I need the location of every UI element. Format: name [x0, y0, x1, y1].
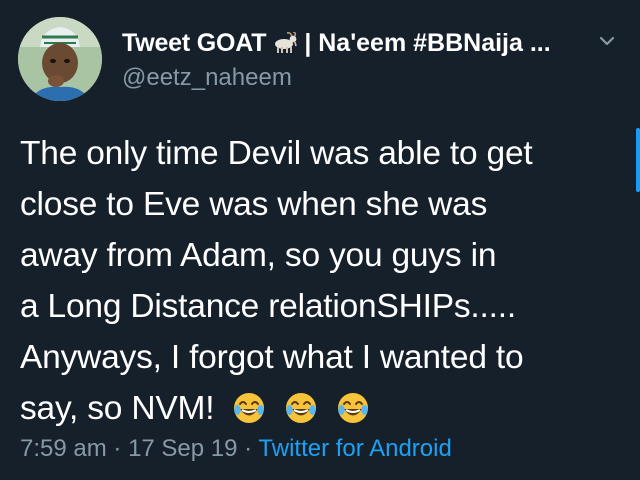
- tweet-text-line: close to Eve was when she was: [20, 186, 488, 223]
- tweet-text-last-line: say, so NVM!: [20, 383, 630, 434]
- display-name-row[interactable]: Tweet GOAT | Na'eem #BBNaija ...: [122, 26, 602, 60]
- tweet-time[interactable]: 7:59 am: [20, 435, 107, 462]
- meta-separator: ·: [113, 435, 122, 462]
- display-name[interactable]: Tweet GOAT: [122, 29, 267, 58]
- tears-of-joy-icon: [232, 389, 266, 423]
- display-name-suffix[interactable]: | Na'eem #BBNaija ...: [304, 29, 550, 58]
- tweet-text-line: Anyways, I forgot what I wanted to: [20, 339, 524, 376]
- scrollbar[interactable]: [636, 128, 640, 192]
- tweet-text-line: say, so NVM!: [20, 390, 215, 427]
- tweet-header: Tweet GOAT | Na'eem #BBNaija ... @eetz_n…: [122, 26, 602, 92]
- tweet-text-line: a Long Distance relationSHIPs.....: [20, 288, 516, 325]
- user-handle[interactable]: @eetz_naheem: [122, 64, 602, 92]
- tears-of-joy-icon: [336, 389, 370, 423]
- goat-icon: [272, 31, 298, 54]
- tweet-text-line: away from Adam, so you guys in: [20, 237, 497, 274]
- tweet-text-line: The only time Devil was able to get: [20, 135, 533, 172]
- tears-of-joy-icon: [284, 389, 318, 423]
- meta-separator: ·: [244, 435, 253, 462]
- tweet-card: Tweet GOAT | Na'eem #BBNaija ... @eetz_n…: [0, 0, 640, 480]
- chevron-down-icon[interactable]: [598, 34, 616, 48]
- tweet-text: The only time Devil was able to get clos…: [20, 128, 630, 434]
- tweet-source-link[interactable]: Twitter for Android: [258, 435, 451, 462]
- avatar-image: [18, 17, 102, 101]
- avatar[interactable]: [18, 17, 102, 101]
- tweet-date[interactable]: 17 Sep 19: [128, 435, 237, 462]
- tweet-meta: 7:59 am · 17 Sep 19 · Twitter for Androi…: [20, 435, 452, 463]
